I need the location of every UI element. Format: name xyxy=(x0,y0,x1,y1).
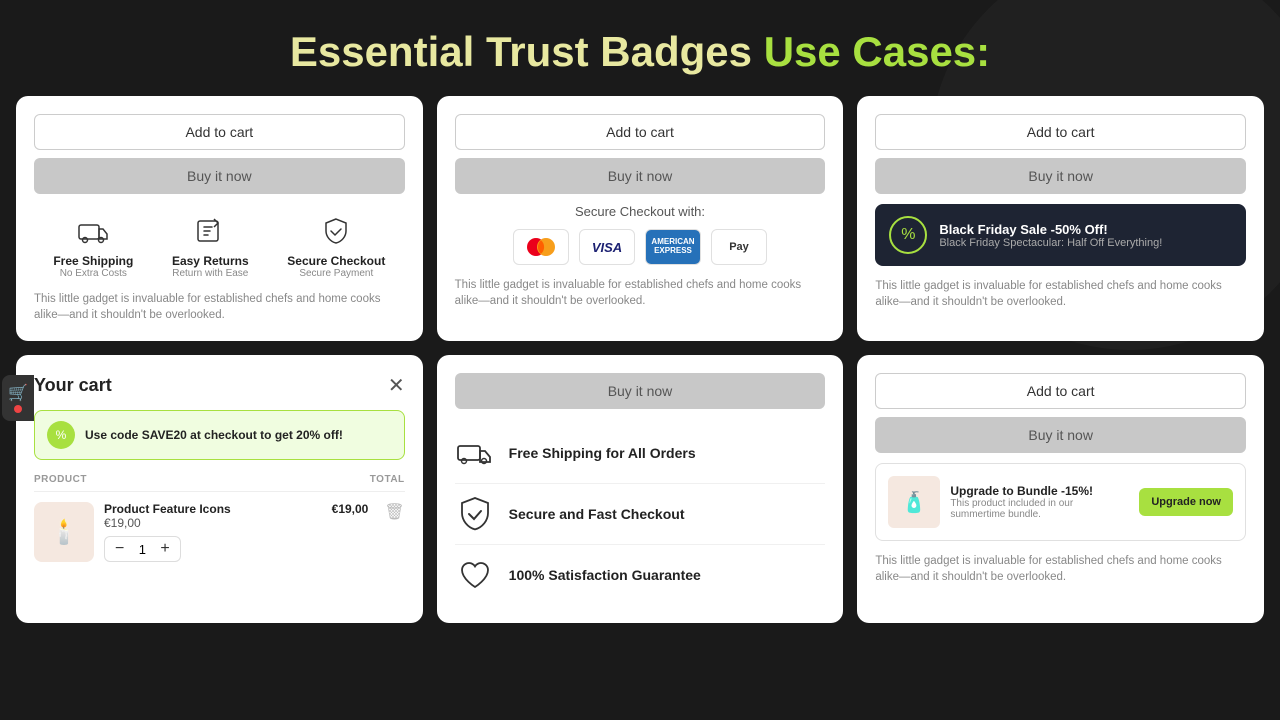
cart-column-headers: PRODUCT TOTAL xyxy=(34,474,405,492)
mastercard-icon xyxy=(513,229,569,265)
trust-list-item-shipping: Free Shipping for All Orders xyxy=(455,423,826,484)
secure-checkout-label: Secure Checkout with: xyxy=(455,204,826,219)
add-to-cart-button-1[interactable]: Add to cart xyxy=(34,114,405,150)
payment-icons-row: VISA AMERICANEXPRESS Pay xyxy=(455,229,826,265)
promo-banner: % Use code SAVE20 at checkout to get 20%… xyxy=(34,410,405,460)
shipping-list-label: Free Shipping for All Orders xyxy=(509,445,696,461)
cart-item-name: Product Feature Icons xyxy=(104,502,322,516)
buy-now-button-6[interactable]: Buy it now xyxy=(875,417,1246,453)
trust-badges-row: Free Shipping No Extra Costs Easy Return… xyxy=(34,212,405,279)
shield-check-icon xyxy=(455,494,495,534)
shipping-icon xyxy=(74,212,112,250)
bf-text: Black Friday Sale -50% Off! Black Friday… xyxy=(939,222,1162,249)
bundle-image: 🧴 xyxy=(888,476,940,528)
card-trust-badges: Add to cart Buy it now Free Shipping No … xyxy=(16,96,423,341)
percent-icon: % xyxy=(889,216,927,254)
cards-grid: Add to cart Buy it now Free Shipping No … xyxy=(0,96,1280,341)
increase-qty-button[interactable]: + xyxy=(158,540,171,558)
buy-now-button-2[interactable]: Buy it now xyxy=(455,158,826,194)
secure-icon xyxy=(317,212,355,250)
cart-badge-icon: 🛒 xyxy=(8,383,28,403)
card2-desc: This little gadget is invaluable for est… xyxy=(455,277,826,309)
bundle-title: Upgrade to Bundle -15%! xyxy=(950,484,1129,498)
buy-now-button-5[interactable]: Buy it now xyxy=(455,373,826,409)
shipping-badge-sub: No Extra Costs xyxy=(60,268,127,279)
returns-badge-title: Easy Returns xyxy=(172,254,249,268)
bundle-sub: This product included in our summertime … xyxy=(950,498,1129,520)
cart-item-price: €19,00 xyxy=(104,516,322,530)
trust-list: Free Shipping for All Orders Secure and … xyxy=(455,423,826,605)
card-payment-methods: Add to cart Buy it now Secure Checkout w… xyxy=(437,96,844,341)
cart-card: 🛒 Your cart ✕ % Use code SAVE20 at check… xyxy=(16,355,423,623)
shipping-badge-title: Free Shipping xyxy=(53,254,133,268)
heart-icon xyxy=(455,555,495,595)
cart-item-image: 🕯️ xyxy=(34,502,94,562)
promo-percent-icon: % xyxy=(47,421,75,449)
secure-checkout-badge: Secure Checkout Secure Payment xyxy=(287,212,385,279)
delete-item-button[interactable]: 🗑 xyxy=(384,502,404,522)
cart-item: 🕯️ Product Feature Icons €19,00 − 1 + €1… xyxy=(34,502,405,562)
black-friday-banner: % Black Friday Sale -50% Off! Black Frid… xyxy=(875,204,1246,266)
bf-title: Black Friday Sale -50% Off! xyxy=(939,222,1162,237)
card-black-friday: Add to cart Buy it now % Black Friday Sa… xyxy=(857,96,1264,341)
amex-icon: AMERICANEXPRESS xyxy=(645,229,701,265)
truck-icon xyxy=(455,433,495,473)
apple-pay-icon: Pay xyxy=(711,229,767,265)
card-bundle: Add to cart Buy it now 🧴 Upgrade to Bund… xyxy=(857,355,1264,623)
close-cart-button[interactable]: ✕ xyxy=(388,373,405,398)
cart-title: Your cart xyxy=(34,375,112,396)
bundle-banner: 🧴 Upgrade to Bundle -15%! This product i… xyxy=(875,463,1246,541)
cart-notification-dot xyxy=(14,405,22,413)
quantity-value: 1 xyxy=(134,542,150,557)
cart-item-info: Product Feature Icons €19,00 − 1 + xyxy=(104,502,322,562)
easy-returns-badge: Easy Returns Return with Ease xyxy=(172,212,249,279)
secure-badge-sub: Secure Payment xyxy=(299,268,373,279)
total-col-header: TOTAL xyxy=(370,474,405,485)
decrease-qty-button[interactable]: − xyxy=(113,540,126,558)
secure-list-label: Secure and Fast Checkout xyxy=(509,506,685,522)
secure-badge-title: Secure Checkout xyxy=(287,254,385,268)
trust-list-item-secure: Secure and Fast Checkout xyxy=(455,484,826,545)
returns-icon xyxy=(191,212,229,250)
add-to-cart-button-2[interactable]: Add to cart xyxy=(455,114,826,150)
returns-badge-sub: Return with Ease xyxy=(172,268,248,279)
card1-desc: This little gadget is invaluable for est… xyxy=(34,291,405,323)
cart-item-total: €19,00 xyxy=(332,502,369,516)
add-to-cart-button-6[interactable]: Add to cart xyxy=(875,373,1246,409)
bottom-cards-grid: 🛒 Your cart ✕ % Use code SAVE20 at check… xyxy=(0,355,1280,623)
buy-now-button-1[interactable]: Buy it now xyxy=(34,158,405,194)
promo-text: Use code SAVE20 at checkout to get 20% o… xyxy=(85,428,343,442)
buy-now-button-3[interactable]: Buy it now xyxy=(875,158,1246,194)
page-title: Essential Trust Badges Use Cases: xyxy=(0,0,1280,96)
free-shipping-badge: Free Shipping No Extra Costs xyxy=(53,212,133,279)
cart-header: Your cart ✕ xyxy=(34,373,405,398)
card3-desc: This little gadget is invaluable for est… xyxy=(875,278,1246,310)
satisfaction-list-label: 100% Satisfaction Guarantee xyxy=(509,567,701,583)
card6-desc: This little gadget is invaluable for est… xyxy=(875,553,1246,585)
add-to-cart-button-3[interactable]: Add to cart xyxy=(875,114,1246,150)
upgrade-now-button[interactable]: Upgrade now xyxy=(1139,488,1233,516)
bundle-text: Upgrade to Bundle -15%! This product inc… xyxy=(950,484,1129,520)
cart-badge-overlay: 🛒 xyxy=(2,375,34,421)
visa-icon: VISA xyxy=(579,229,635,265)
bf-sub: Black Friday Spectacular: Half Off Every… xyxy=(939,237,1162,249)
trust-list-item-satisfaction: 100% Satisfaction Guarantee xyxy=(455,545,826,605)
quantity-control: − 1 + xyxy=(104,536,181,562)
product-col-header: PRODUCT xyxy=(34,474,87,485)
card-trust-list: Buy it now Free Shipping for All Orders xyxy=(437,355,844,623)
